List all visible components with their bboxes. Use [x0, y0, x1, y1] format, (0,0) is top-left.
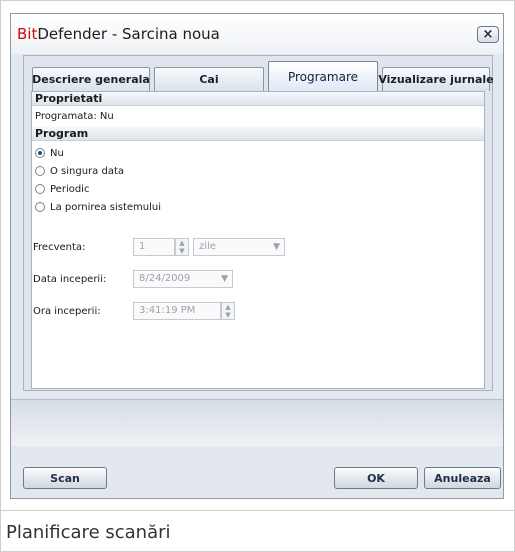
radio-button[interactable]	[35, 202, 45, 212]
bitdefender-dialog: BitDefender - Sarcina noua × Descriere g…	[10, 13, 504, 499]
radio-option-none[interactable]: Nu	[35, 146, 64, 160]
caption-divider	[0, 510, 515, 511]
start-date-value: 8/24/2009	[139, 273, 191, 284]
tab-view-logs[interactable]: Vizualizare jurnale	[378, 67, 494, 91]
chevron-down-icon[interactable]: ▼	[222, 311, 234, 319]
brand-bit: Bit	[17, 25, 38, 43]
start-time-input[interactable]: 3:41:19 PM	[133, 302, 221, 320]
brand-defender: Defender	[37, 25, 108, 43]
radio-button[interactable]	[35, 166, 45, 176]
chevron-up-icon[interactable]: ▲	[222, 303, 234, 311]
dialog-content: Descriere generala Cai Programare Vizual…	[23, 55, 494, 391]
title-separator: -	[107, 25, 123, 43]
start-date-picker[interactable]: 8/24/2009 ▼	[133, 270, 233, 288]
cancel-button[interactable]: Anuleaza	[424, 467, 501, 489]
radio-option-periodic[interactable]: Periodic	[35, 182, 89, 196]
radio-label: Periodic	[50, 183, 90, 195]
radio-option-startup[interactable]: La pornirea sistemului	[35, 200, 161, 214]
start-time-label: Ora inceperii:	[33, 306, 101, 317]
tab-label: Descriere generala	[32, 73, 150, 86]
radio-option-once[interactable]: O singura data	[35, 164, 124, 178]
chevron-up-icon[interactable]: ▲	[176, 239, 188, 247]
radio-button-checked[interactable]	[35, 148, 45, 158]
scan-button[interactable]: Scan	[23, 467, 107, 489]
scheduled-status: Programata: Nu	[35, 111, 114, 122]
chevron-down-icon: ▼	[221, 274, 228, 284]
frequency-label: Frecventa:	[33, 242, 86, 253]
tab-general-description[interactable]: Descriere generala	[32, 67, 150, 91]
start-date-label: Data inceperii:	[33, 274, 107, 285]
status-area	[11, 399, 503, 446]
title-text: Sarcina noua	[122, 25, 220, 43]
frequency-spinner[interactable]: ▲ ▼	[175, 238, 189, 256]
radio-label: O singura data	[50, 165, 125, 177]
title-bar: BitDefender - Sarcina noua ×	[11, 14, 503, 54]
chevron-down-icon[interactable]: ▼	[176, 247, 188, 255]
window-title: BitDefender - Sarcina noua	[17, 25, 220, 43]
tab-label: Cai	[199, 73, 219, 86]
tab-scheduling[interactable]: Programare	[268, 61, 378, 91]
tab-paths[interactable]: Cai	[154, 67, 264, 91]
close-icon: ×	[482, 27, 494, 42]
figure-caption: Planificare scanări	[6, 522, 171, 543]
section-properties: Proprietati	[32, 92, 484, 106]
tab-label: Vizualizare jurnale	[378, 73, 494, 86]
start-time-spinner[interactable]: ▲ ▼	[221, 302, 235, 320]
tab-label: Programare	[287, 69, 359, 84]
frequency-unit-value: zile	[199, 241, 216, 252]
frequency-unit-select[interactable]: zile ▼	[193, 238, 285, 256]
radio-button[interactable]	[35, 184, 45, 194]
chevron-down-icon: ▼	[273, 242, 280, 252]
scheduling-pane: Proprietati Programata: Nu Program Nu O …	[31, 91, 485, 389]
section-program: Program	[32, 127, 484, 141]
ok-button[interactable]: OK	[334, 467, 418, 489]
radio-label: Nu	[50, 147, 64, 159]
radio-label: La pornirea sistemului	[50, 201, 161, 213]
close-button[interactable]: ×	[477, 26, 499, 43]
frequency-input[interactable]: 1	[133, 238, 175, 256]
